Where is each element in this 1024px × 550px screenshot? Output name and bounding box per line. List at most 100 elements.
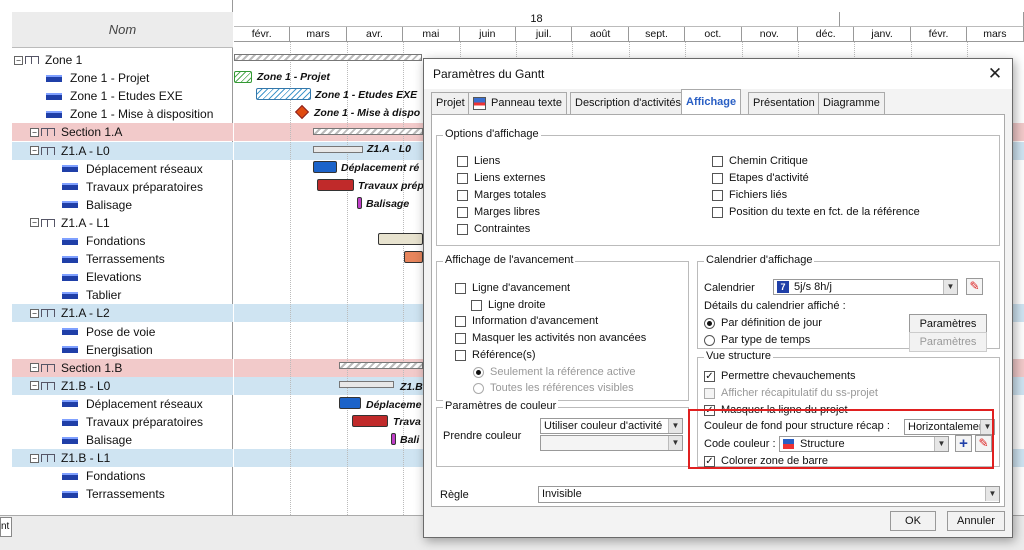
- checkbox-box[interactable]: [712, 189, 723, 201]
- gantt-bar[interactable]: [234, 71, 252, 83]
- gantt-bar[interactable]: [317, 179, 354, 191]
- tree-row[interactable]: Zone 1 - Projet: [12, 69, 233, 87]
- tree-row[interactable]: − Section 1.A: [12, 123, 233, 142]
- checkbox-fichiers-lies[interactable]: Fichiers liés: [712, 189, 787, 201]
- checkbox-box[interactable]: [455, 282, 466, 294]
- checkbox-etapes-activite[interactable]: Etapes d'activité: [712, 172, 809, 184]
- tree-row[interactable]: Pose de voie: [12, 323, 233, 341]
- checkbox-permettre-chevauchements[interactable]: ✓ Permettre chevauchements: [704, 370, 856, 382]
- parametres-button[interactable]: Paramètres: [909, 314, 987, 334]
- checkbox-information-avancement[interactable]: Information d'avancement: [455, 315, 598, 327]
- radio-button[interactable]: [473, 366, 484, 378]
- tab-description-activites[interactable]: Description d'activités: [570, 92, 687, 114]
- regle-select[interactable]: Invisible ▼: [538, 486, 1000, 503]
- checkbox-box[interactable]: [704, 387, 715, 399]
- radio-toutes-references[interactable]: Toutes les références visibles: [473, 382, 634, 394]
- tree-row[interactable]: Balisage: [12, 196, 233, 214]
- tree-row[interactable]: − Zone 1: [12, 51, 233, 69]
- checkbox-box[interactable]: ✓: [704, 370, 715, 382]
- checkbox-marges-libres[interactable]: Marges libres: [457, 206, 540, 218]
- collapse-toggle-icon[interactable]: −: [30, 453, 39, 463]
- checkbox-liens-externes[interactable]: Liens externes: [457, 172, 546, 184]
- tree-row[interactable]: Energisation: [12, 341, 233, 359]
- section-summary-bar[interactable]: [339, 362, 423, 369]
- tree-row[interactable]: Terrassements: [12, 485, 233, 503]
- parametres-button-disabled[interactable]: Paramètres: [909, 332, 987, 352]
- checkbox-chemin-critique[interactable]: Chemin Critique: [712, 155, 808, 167]
- checkbox-position-texte[interactable]: Position du texte en fct. de la référenc…: [712, 206, 920, 218]
- radio-reference-active[interactable]: Seulement la référence active: [473, 366, 636, 378]
- checkbox-box[interactable]: [457, 172, 468, 184]
- collapse-toggle-icon[interactable]: −: [30, 381, 39, 391]
- gantt-bar[interactable]: [352, 415, 388, 427]
- sub-summary-bar[interactable]: [339, 381, 394, 388]
- chevron-down-icon[interactable]: ▼: [668, 419, 682, 433]
- bottom-tab[interactable]: nt: [0, 517, 12, 537]
- checkbox-box[interactable]: [457, 155, 468, 167]
- checkbox-ligne-droite[interactable]: Ligne droite: [471, 299, 546, 311]
- checkbox-box[interactable]: [457, 189, 468, 201]
- checkbox-box[interactable]: [712, 206, 723, 218]
- checkbox-afficher-recap[interactable]: Afficher récapitulatif du ss-projet: [704, 387, 878, 399]
- checkbox-masquer-non-avancees[interactable]: Masquer les activités non avancées: [455, 332, 646, 344]
- tree-row[interactable]: Balisage: [12, 431, 233, 449]
- tab-affichage[interactable]: Affichage: [681, 89, 742, 115]
- collapse-toggle-icon[interactable]: −: [30, 146, 39, 155]
- tree-row[interactable]: Travaux préparatoires: [12, 413, 233, 431]
- tree-row[interactable]: Terrassements: [12, 250, 233, 268]
- tree-row[interactable]: − Z1.A - L1: [12, 214, 233, 232]
- radio-button[interactable]: [473, 382, 484, 394]
- tree-row[interactable]: − Z1.B - L1: [12, 449, 233, 468]
- tree-row[interactable]: Déplacement réseaux: [12, 160, 233, 178]
- checkbox-references[interactable]: Référence(s): [455, 349, 536, 361]
- calendar-select[interactable]: 7 5j/s 8h/j ▼: [773, 279, 958, 295]
- zone-summary-bar[interactable]: [234, 54, 422, 61]
- tree-row[interactable]: Travaux préparatoires: [12, 178, 233, 196]
- cancel-button[interactable]: Annuler: [947, 511, 1005, 531]
- edit-calendar-icon[interactable]: ✎: [966, 278, 983, 295]
- collapse-toggle-icon[interactable]: −: [30, 308, 39, 318]
- chevron-down-icon[interactable]: ▼: [943, 280, 957, 294]
- tree-row[interactable]: Elevations: [12, 268, 233, 286]
- tab-diagramme[interactable]: Diagramme: [818, 92, 885, 114]
- radio-par-type[interactable]: Par type de temps: [704, 334, 810, 346]
- checkbox-marges-totales[interactable]: Marges totales: [457, 189, 546, 201]
- section-summary-bar[interactable]: [313, 128, 423, 135]
- tree-header[interactable]: Nom: [12, 12, 233, 48]
- tab-projet[interactable]: Projet: [431, 92, 470, 114]
- checkbox-box[interactable]: [471, 299, 482, 311]
- tree-row[interactable]: Tablier: [12, 286, 233, 304]
- gantt-bar[interactable]: [313, 161, 337, 173]
- checkbox-box[interactable]: [712, 155, 723, 167]
- radio-button[interactable]: [704, 334, 715, 346]
- gantt-bar[interactable]: [357, 197, 362, 209]
- tab-panneau-texte[interactable]: Panneau texte: [468, 92, 567, 114]
- checkbox-contraintes[interactable]: Contraintes: [457, 223, 530, 235]
- tree-row[interactable]: Zone 1 - Etudes EXE: [12, 87, 233, 105]
- checkbox-box[interactable]: [457, 206, 468, 218]
- milestone-diamond[interactable]: [294, 104, 310, 120]
- collapse-toggle-icon[interactable]: −: [30, 363, 39, 373]
- collapse-toggle-icon[interactable]: −: [14, 55, 23, 65]
- checkbox-box[interactable]: [455, 332, 466, 344]
- chevron-down-icon[interactable]: ▼: [668, 436, 682, 450]
- tree-row[interactable]: Déplacement réseaux: [12, 395, 233, 413]
- tree-row[interactable]: − Z1.A - L0: [12, 141, 233, 160]
- gantt-bar[interactable]: [339, 397, 361, 409]
- radio-par-jour[interactable]: Par définition de jour: [704, 317, 822, 329]
- checkbox-box[interactable]: [455, 349, 466, 361]
- gantt-bar[interactable]: [391, 433, 396, 445]
- tree-row[interactable]: − Section 1.B: [12, 358, 233, 377]
- collapse-toggle-icon[interactable]: −: [30, 127, 39, 137]
- checkbox-ligne-avancement[interactable]: Ligne d'avancement: [455, 282, 570, 294]
- collapse-toggle-icon[interactable]: −: [30, 218, 39, 228]
- tree-row[interactable]: − Z1.A - L2: [12, 304, 233, 323]
- gantt-bar[interactable]: [404, 251, 423, 263]
- close-icon[interactable]: ✕: [982, 62, 1008, 86]
- checkbox-box[interactable]: [457, 223, 468, 235]
- gantt-bar[interactable]: [378, 233, 423, 245]
- chevron-down-icon[interactable]: ▼: [985, 487, 999, 501]
- tree-row[interactable]: Zone 1 - Mise à disposition: [12, 105, 233, 123]
- prendre-couleur-select[interactable]: Utiliser couleur d'activité ▼: [540, 418, 683, 434]
- checkbox-liens[interactable]: Liens: [457, 155, 500, 167]
